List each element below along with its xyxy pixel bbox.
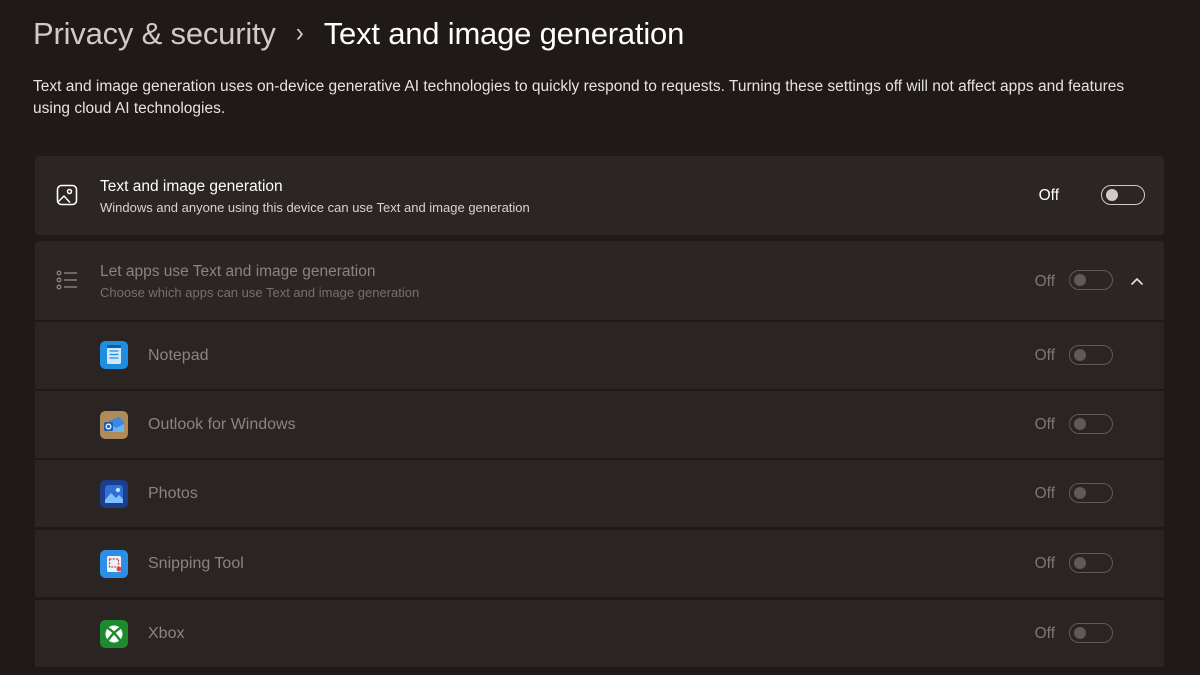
- main-setting-title: Text and image generation: [100, 178, 283, 195]
- main-setting-state-label: Off: [1038, 187, 1059, 204]
- apps-setting-state-label: Off: [1034, 273, 1055, 290]
- breadcrumb: Privacy & security › Text and image gene…: [33, 14, 684, 54]
- toggle-knob: [1074, 418, 1086, 430]
- apps-setting-subtitle: Choose which apps can use Text and image…: [100, 285, 420, 300]
- toggle-knob: [1074, 349, 1086, 361]
- photos-icon: [100, 480, 128, 508]
- app-state-label: Off: [1034, 347, 1055, 364]
- breadcrumb-chevron-icon: ›: [295, 18, 304, 49]
- app-row-notepad: Notepad Off: [35, 322, 1164, 389]
- main-setting-card: Text and image generation Windows and an…: [35, 156, 1164, 235]
- chevron-up-icon[interactable]: [1127, 271, 1147, 291]
- main-setting-subtitle: Windows and anyone using this device can…: [100, 200, 530, 215]
- xbox-icon: [100, 620, 128, 648]
- photos-toggle[interactable]: [1069, 483, 1113, 503]
- app-state-label: Off: [1034, 485, 1055, 502]
- outlook-icon: [100, 411, 128, 439]
- app-state-label: Off: [1034, 416, 1055, 433]
- notepad-toggle[interactable]: [1069, 345, 1113, 365]
- notepad-icon: [100, 341, 128, 369]
- page-title: Text and image generation: [323, 16, 685, 51]
- app-row-xbox: Xbox Off: [35, 600, 1164, 667]
- list-icon: [56, 270, 77, 290]
- snipping-tool-icon: [100, 550, 128, 578]
- app-row-outlook: Outlook for Windows Off: [35, 391, 1164, 458]
- app-row-photos: Photos Off: [35, 460, 1164, 527]
- app-state-label: Off: [1034, 625, 1055, 642]
- app-name: Photos: [148, 485, 198, 502]
- app-state-label: Off: [1034, 555, 1055, 572]
- app-row-snipping-tool: Snipping Tool Off: [35, 530, 1164, 597]
- toggle-knob: [1074, 487, 1086, 499]
- xbox-toggle[interactable]: [1069, 623, 1113, 643]
- apps-setting-toggle[interactable]: [1069, 270, 1113, 290]
- app-name: Notepad: [148, 347, 209, 364]
- toggle-knob: [1074, 557, 1086, 569]
- toggle-knob: [1074, 274, 1086, 286]
- apps-setting-title: Let apps use Text and image generation: [100, 263, 376, 280]
- app-name: Xbox: [148, 625, 185, 642]
- app-name: Outlook for Windows: [148, 416, 296, 433]
- snipping-tool-toggle[interactable]: [1069, 553, 1113, 573]
- toggle-knob: [1074, 627, 1086, 639]
- page-description: Text and image generation uses on-device…: [33, 78, 1125, 117]
- breadcrumb-parent-link[interactable]: Privacy & security: [33, 16, 276, 52]
- toggle-knob: [1106, 189, 1118, 201]
- apps-setting-card[interactable]: Let apps use Text and image generation C…: [35, 241, 1164, 320]
- app-name: Snipping Tool: [148, 555, 244, 572]
- main-setting-toggle[interactable]: [1101, 185, 1145, 205]
- image-icon: [56, 184, 78, 206]
- outlook-toggle[interactable]: [1069, 414, 1113, 434]
